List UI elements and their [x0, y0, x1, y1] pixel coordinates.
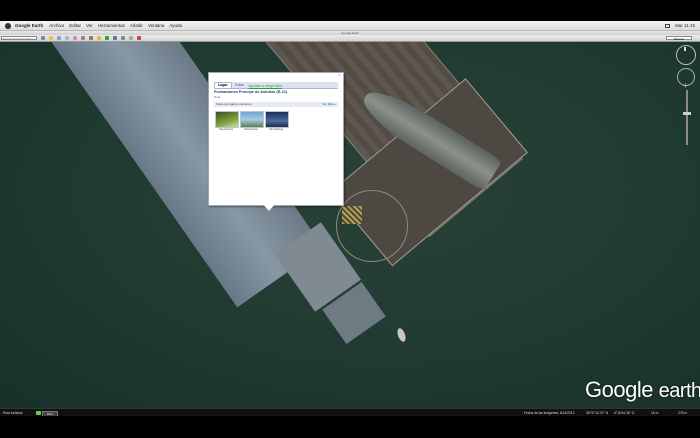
polygon-icon[interactable] [57, 36, 61, 40]
nearby-photos-header: Fotos de lugares cercanos Ver Más » [214, 102, 338, 107]
photo-thumbnail[interactable] [215, 111, 239, 128]
maps-icon[interactable] [137, 36, 141, 40]
sun-icon[interactable] [97, 36, 101, 40]
see-more-link[interactable]: Ver Más » [322, 102, 336, 107]
print-icon[interactable] [129, 36, 133, 40]
tour-toggle-icon[interactable] [36, 411, 41, 415]
google-earth-logo: Google earth [585, 377, 700, 403]
tab-lugar[interactable]: Lugar [214, 82, 232, 88]
wifi-icon[interactable] [665, 23, 671, 28]
toolbar: Introducir la ruta. Ejem Buscar [0, 35, 700, 42]
zoom-slider[interactable] [683, 81, 691, 145]
menu-ventana[interactable]: Ventana [148, 23, 165, 28]
photo-thumbnail[interactable] [240, 111, 264, 128]
photo-caption: Panorámica [219, 128, 233, 131]
balloon-tabs: Lugar Fotos Ayúdale a elegir fotos [214, 82, 338, 89]
place-subtitle: Rota [214, 95, 221, 99]
small-boat [395, 327, 408, 343]
search-button[interactable]: Buscar [666, 36, 692, 41]
ruler-icon[interactable] [113, 36, 117, 40]
placemark-icon[interactable] [49, 36, 53, 40]
email-icon[interactable] [121, 36, 125, 40]
bottom-letterbox [0, 416, 700, 438]
logo-google: Google [585, 377, 653, 402]
top-letterbox [0, 0, 700, 21]
tour-record-icon[interactable] [81, 36, 85, 40]
helipad-circle [336, 190, 408, 262]
balloon-tail [262, 203, 276, 211]
sidebar-toggle-icon[interactable] [41, 36, 45, 40]
menu-anadir[interactable]: Añadir [130, 23, 143, 28]
menu-archivo[interactable]: Archivo [49, 23, 64, 28]
photo-caption: Panorámica [244, 128, 258, 131]
close-icon[interactable]: × [337, 72, 342, 77]
overlay-icon[interactable] [73, 36, 77, 40]
apple-icon[interactable] [5, 22, 11, 29]
search-input[interactable]: Introducir la ruta. Ejem [1, 36, 37, 40]
menu-app-name[interactable]: Google Earth [15, 23, 43, 28]
help-choose-photos-link[interactable]: Ayúdale a elegir fotos [247, 84, 283, 88]
tab-fotos[interactable]: Fotos [232, 83, 247, 88]
menu-ayuda[interactable]: Ayuda [169, 23, 182, 28]
compass-icon[interactable] [676, 45, 696, 65]
menu-ver[interactable]: Ver [86, 23, 93, 28]
photo-thumbnail[interactable] [265, 111, 289, 128]
logo-earth: earth [658, 380, 700, 402]
planets-icon[interactable] [105, 36, 109, 40]
menu-clock[interactable]: Mar 11:15 [675, 23, 695, 28]
yellow-hatch-mark [342, 206, 362, 224]
historical-imagery-icon[interactable] [89, 36, 93, 40]
place-title[interactable]: Portaaviones Príncipe de Asturias (R-11) [214, 90, 338, 94]
menu-herramientas[interactable]: Herramientas [98, 23, 125, 28]
photo-caption: Panorámica [269, 128, 283, 131]
menu-bar: Google Earth Archivo Editar Ver Herramie… [0, 21, 700, 31]
menu-editar[interactable]: Editar [69, 23, 81, 28]
path-icon[interactable] [65, 36, 69, 40]
nearby-photos-label: Fotos de lugares cercanos [216, 102, 252, 106]
map-view[interactable]: Google earth [0, 42, 700, 408]
